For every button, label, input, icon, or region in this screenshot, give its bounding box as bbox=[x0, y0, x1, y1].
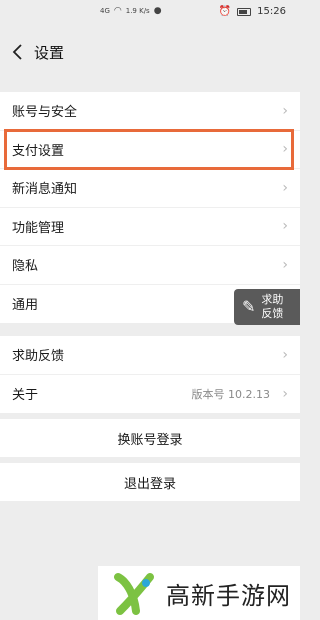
settings-item-label: 隐私 bbox=[12, 259, 39, 275]
logout-button[interactable]: 退出登录 bbox=[0, 463, 300, 501]
chevron-right-icon: › bbox=[282, 179, 288, 196]
switch-account-button[interactable]: 换账号登录 bbox=[0, 419, 300, 457]
nav-bar: 设置 bbox=[0, 24, 300, 80]
settings-item-notifications[interactable]: 新消息通知 › bbox=[0, 169, 300, 208]
settings-item-label: 通用 bbox=[12, 298, 39, 314]
status-icons-left: 4G ◠ 1.9 K/s ● bbox=[100, 6, 162, 16]
watermark-text: 高新手游网 bbox=[166, 581, 291, 610]
switch-account-label: 换账号登录 bbox=[117, 432, 183, 448]
settings-item-label: 新消息通知 bbox=[12, 182, 78, 198]
status-icons-right: ⏰ 15:26 bbox=[219, 6, 286, 17]
page-title: 设置 bbox=[34, 43, 65, 62]
settings-item-about[interactable]: 关于 版本号 10.2.13 › bbox=[0, 375, 300, 414]
battery-icon bbox=[237, 7, 252, 16]
network-type: 4G bbox=[100, 7, 110, 15]
pen-icon: ✎ bbox=[242, 297, 256, 316]
settings-list-secondary: 求助反馈 › 关于 版本号 10.2.13 › bbox=[0, 336, 300, 413]
settings-item-payment[interactable]: 支付设置 › bbox=[0, 131, 300, 169]
help-float-line1: 求助 bbox=[261, 293, 284, 306]
chevron-right-icon: › bbox=[282, 256, 288, 273]
chevron-right-icon: › bbox=[282, 102, 288, 119]
speed-indicator: 1.9 K/s bbox=[125, 7, 150, 15]
settings-item-label: 支付设置 bbox=[12, 143, 65, 159]
settings-item-label: 求助反馈 bbox=[12, 349, 65, 365]
chevron-right-icon: › bbox=[282, 385, 288, 402]
chevron-left-icon bbox=[12, 44, 22, 60]
back-button[interactable] bbox=[0, 24, 34, 80]
help-feedback-float-button[interactable]: ✎ 求助 反馈 bbox=[234, 289, 300, 325]
settings-item-account-security[interactable]: 账号与安全 › bbox=[0, 92, 300, 131]
help-float-line2: 反馈 bbox=[261, 307, 284, 320]
wechat-icon: ● bbox=[153, 6, 162, 16]
chevron-right-icon: › bbox=[282, 218, 288, 235]
watermark-logo bbox=[114, 573, 154, 615]
alarm-icon: ⏰ bbox=[218, 6, 232, 17]
settings-item-features[interactable]: 功能管理 › bbox=[0, 208, 300, 246]
chevron-right-icon: › bbox=[282, 141, 288, 158]
settings-item-label: 账号与安全 bbox=[12, 105, 78, 121]
wifi-icon: ◠ bbox=[113, 6, 122, 16]
settings-item-label: 功能管理 bbox=[12, 220, 65, 236]
settings-item-label: 关于 bbox=[12, 388, 39, 404]
chevron-right-icon: › bbox=[282, 346, 288, 363]
settings-item-privacy[interactable]: 隐私 › bbox=[0, 246, 300, 285]
settings-item-help-feedback[interactable]: 求助反馈 › bbox=[0, 336, 300, 375]
watermark: 高新手游网 bbox=[98, 566, 300, 620]
version-value: 版本号 10.2.13 bbox=[191, 387, 270, 401]
logout-label: 退出登录 bbox=[123, 476, 176, 492]
help-float-text: 求助 反馈 bbox=[261, 293, 283, 321]
status-time: 15:26 bbox=[257, 6, 286, 17]
status-bar: 4G ◠ 1.9 K/s ● ⏰ 15:26 bbox=[0, 0, 300, 24]
